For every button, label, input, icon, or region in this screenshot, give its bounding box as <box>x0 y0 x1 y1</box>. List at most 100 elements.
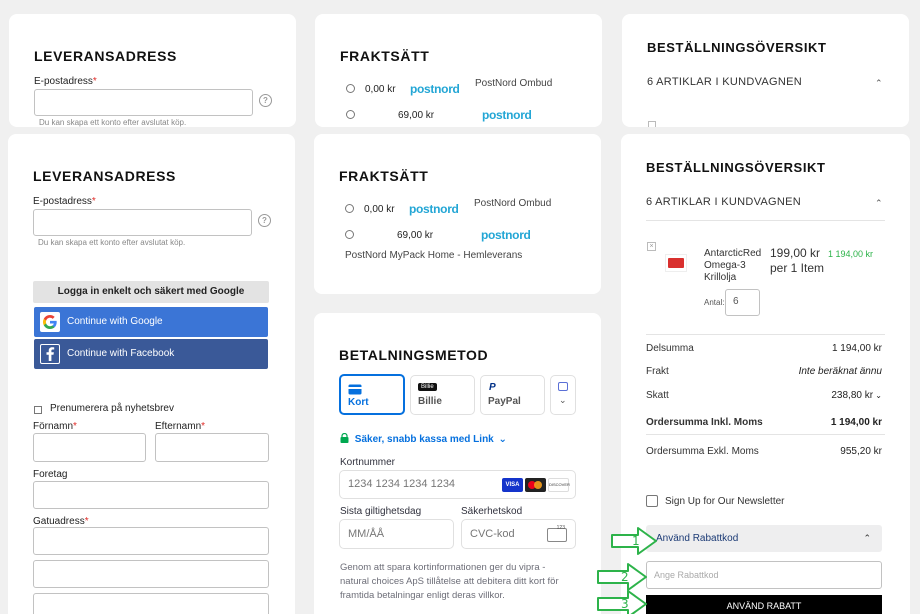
save-card-disclaimer: Genom att spara kortinformationen ger du… <box>340 562 559 601</box>
chevron-up-icon[interactable]: ⌃ <box>875 78 883 89</box>
continue-google-label: Continue with Google <box>67 316 163 327</box>
chevron-up-icon: ⌃ <box>863 533 871 543</box>
email-hint: Du kan skapa ett konto efter avslutat kö… <box>39 118 187 127</box>
postnord-logo: postnord <box>482 108 532 122</box>
annotation-step-2: 2 <box>621 570 629 584</box>
cvc-label: Säkerhetskod <box>461 506 523 517</box>
qty-label: Antal: <box>704 298 725 307</box>
grand-total-excl-label: Ordersumma Exkl. Moms <box>646 446 759 457</box>
card-number-placeholder: 1234 1234 1234 1234 <box>348 478 456 490</box>
tax-value[interactable]: 238,80 kr ⌄ <box>831 390 882 401</box>
order-summary-card-ghost: BESTÄLLNINGSÖVERSIKT 6 ARTIKLAR I KUNDVA… <box>622 14 909 127</box>
image-placeholder-icon <box>648 121 656 127</box>
carrier-name: PostNord Ombud <box>475 78 553 89</box>
payment-tab-paypal[interactable]: P PayPal <box>480 375 545 415</box>
annotation-step-1: 1 <box>632 534 640 548</box>
shipping-radio-home[interactable] <box>345 230 354 239</box>
grand-total-incl-value: 1 194,00 kr <box>830 417 882 428</box>
lastname-field[interactable] <box>155 433 269 462</box>
chevron-down-icon: ⌄ <box>873 391 882 400</box>
cart-count[interactable]: 6 ARTIKLAR I KUNDVAGNEN <box>646 196 801 208</box>
chevron-up-icon[interactable]: ⌃ <box>875 198 883 209</box>
help-icon[interactable]: ? <box>259 94 272 107</box>
discount-code-input[interactable]: Ange Rabattkod <box>646 561 882 589</box>
lastname-label: Efternamn* <box>155 421 206 432</box>
street-label: Gatuadress* <box>33 516 89 527</box>
newsletter-signup-label: Sign Up for Our Newsletter <box>665 496 785 507</box>
divider <box>646 220 885 221</box>
shipping-radio-ombud[interactable] <box>345 204 354 213</box>
chevron-down-icon: ⌄ <box>559 395 567 405</box>
shipping-radio[interactable] <box>346 110 355 119</box>
section-heading: BESTÄLLNINGSÖVERSIKT <box>646 160 826 175</box>
google-login-button[interactable]: Logga in enkelt och säkert med Google <box>33 281 269 303</box>
remove-item-icon[interactable]: × <box>647 242 656 251</box>
email-field[interactable] <box>34 89 253 116</box>
subtotal-label: Delsumma <box>646 343 694 354</box>
divider <box>646 334 885 335</box>
postnord-logo: postnord <box>410 82 460 96</box>
section-heading: LEVERANSADRESS <box>34 48 177 64</box>
help-icon[interactable]: ? <box>258 214 271 227</box>
shipping-address-card: LEVERANSADRESS E-postadress* ? Du kan sk… <box>8 134 295 614</box>
section-heading: FRAKTSÄTT <box>340 48 430 64</box>
cvc-input[interactable]: CVC-kod 123 <box>461 519 576 549</box>
street-field-1[interactable] <box>33 527 269 555</box>
payment-tab-billie[interactable]: Billie Billie <box>410 375 475 415</box>
lock-icon <box>340 432 349 443</box>
continue-facebook-label: Continue with Facebook <box>67 348 175 359</box>
company-field[interactable] <box>33 481 269 509</box>
continue-google-button[interactable]: Continue with Google <box>34 307 268 337</box>
link-text: Säker, snabb kassa med Link <box>354 434 494 445</box>
product-thumbnail <box>665 254 687 272</box>
payment-tab-card[interactable]: Kort <box>339 374 405 415</box>
card-number-input[interactable]: 1234 1234 1234 1234 VISA DISCOVER <box>339 470 576 499</box>
qty-input[interactable]: 6 <box>725 289 760 316</box>
card-icon <box>348 384 362 395</box>
cart-count[interactable]: 6 ARTIKLAR I KUNDVAGNEN <box>647 76 802 88</box>
grand-total-excl-value: 955,20 kr <box>840 446 882 457</box>
payment-tab-label: PayPal <box>488 396 521 407</box>
postnord-logo: postnord <box>481 228 531 242</box>
expiry-placeholder: MM/ÅÅ <box>348 528 385 540</box>
shipping-price: 69,00 kr <box>397 230 434 241</box>
bank-icon <box>558 382 568 391</box>
continue-facebook-button[interactable]: Continue with Facebook <box>34 339 268 369</box>
postnord-logo: postnord <box>409 202 459 216</box>
email-field[interactable] <box>33 209 252 236</box>
company-label: Foretag <box>33 469 68 480</box>
newsletter-checkbox[interactable] <box>34 406 42 414</box>
street-field-2[interactable] <box>33 560 269 588</box>
discount-placeholder: Ange Rabattkod <box>654 570 719 580</box>
firstname-label: Förnamn* <box>33 421 77 432</box>
chevron-down-icon: ⌄ <box>498 434 507 445</box>
apply-discount-button[interactable]: ANVÄND RABATT <box>646 595 882 614</box>
expiry-label: Sista giltighetsdag <box>340 506 422 517</box>
street-field-3[interactable] <box>33 593 269 614</box>
facebook-icon <box>40 344 60 364</box>
discover-icon: DISCOVER <box>548 478 570 492</box>
newsletter-label: Prenumerera på nyhetsbrev <box>50 403 174 414</box>
shipping-label: Frakt <box>646 366 669 377</box>
annotation-arrow-1: 1 <box>610 526 658 556</box>
newsletter-signup-checkbox[interactable] <box>646 495 658 507</box>
product-unit-price: 199,00 kr per 1 Item <box>770 246 825 275</box>
firstname-field[interactable] <box>33 433 146 462</box>
section-heading: BESTÄLLNINGSÖVERSIKT <box>647 40 827 55</box>
email-hint: Du kan skapa ett konto efter avslutat kö… <box>38 238 186 247</box>
expiry-input[interactable]: MM/ÅÅ <box>339 519 454 549</box>
order-summary-card: BESTÄLLNINGSÖVERSIKT 6 ARTIKLAR I KUNDVA… <box>621 134 910 614</box>
shipping-radio[interactable] <box>346 84 355 93</box>
shipping-price: 69,00 kr <box>398 110 435 121</box>
shipping-value: Inte beräknat ännu <box>798 366 882 377</box>
payment-card: BETALNINGSMETOD Kort Billie Billie P Pay… <box>314 313 601 614</box>
discount-toggle-label: Använd Rabattkod <box>656 533 739 544</box>
paypal-icon: P <box>489 382 496 393</box>
product-name: AntarcticRed Omega-3 Krillolja <box>704 248 762 283</box>
discount-toggle[interactable]: Använd Rabattkod ⌃ <box>646 525 882 552</box>
carrier-name: PostNord Ombud <box>474 198 552 209</box>
section-heading: BETALNINGSMETOD <box>339 347 489 363</box>
annotation-step-3: 3 <box>621 597 629 611</box>
link-row[interactable]: Säker, snabb kassa med Link ⌄ <box>340 432 507 445</box>
payment-tab-more[interactable]: ⌄ <box>550 375 576 415</box>
